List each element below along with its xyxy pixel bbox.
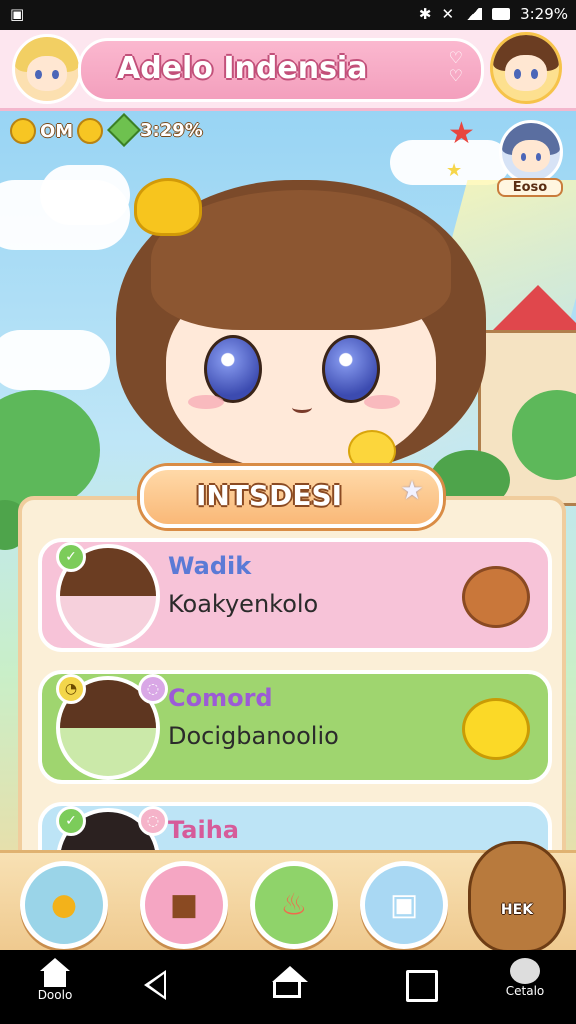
friend-tag-icon: ✓ bbox=[56, 806, 86, 836]
game-title: Adelo Indensia bbox=[117, 51, 368, 86]
friend-tag-icon: ◔ bbox=[56, 674, 86, 704]
main-character[interactable] bbox=[96, 130, 506, 480]
gift-box-button[interactable]: ▣ bbox=[360, 861, 448, 949]
nav-home-app[interactable]: Doolo bbox=[30, 958, 80, 1002]
coin-counter[interactable]: OM bbox=[10, 118, 104, 144]
app-notification-icon: ▣ bbox=[10, 5, 25, 23]
coin-value: OM bbox=[40, 120, 74, 142]
character-eye bbox=[322, 335, 380, 403]
character-mouth bbox=[292, 402, 312, 413]
panel-title-banner: INTSDESI ★ bbox=[140, 466, 443, 528]
character-eye bbox=[204, 335, 262, 403]
cloud bbox=[0, 330, 110, 390]
friend-name: Taiha bbox=[168, 816, 239, 844]
event-avatar bbox=[499, 120, 563, 184]
top-header: Adelo Indensia ♡ ♡ bbox=[0, 30, 576, 111]
flame-button[interactable]: ♨ bbox=[250, 861, 338, 949]
friend-name: Comord bbox=[168, 684, 273, 712]
status-time: 3:29% bbox=[520, 5, 568, 23]
game-screen: ▣ ✱ ✕ 3:29% Adelo Indensia ♡ ♡ OM 3:29% … bbox=[0, 0, 576, 1024]
friend-card[interactable]: ◔ ◌ Comord Docigbanoolio bbox=[38, 670, 552, 784]
home-icon bbox=[272, 966, 308, 982]
title-banner: Adelo Indensia ♡ ♡ bbox=[78, 38, 484, 102]
flame-icon: ♨ bbox=[280, 887, 308, 923]
yellow-chick-icon bbox=[462, 698, 530, 760]
panel-title: INTSDESI bbox=[195, 479, 343, 512]
back-icon bbox=[144, 970, 166, 1000]
pet-shop-icon: ■ bbox=[169, 887, 199, 923]
recents-button[interactable] bbox=[406, 970, 438, 1002]
chat-bubble-icon bbox=[510, 958, 540, 984]
pet-shop-button[interactable]: ■ bbox=[140, 861, 228, 949]
blush bbox=[188, 395, 224, 409]
friend-status: Docigbanoolio bbox=[168, 722, 339, 750]
house-icon bbox=[40, 958, 70, 988]
status-bar: ▣ ✱ ✕ 3:29% bbox=[0, 0, 576, 30]
back-button[interactable] bbox=[144, 970, 166, 1000]
friends-panel: ✓ Wadik Koakyenkolo ◔ ◌ Comord Docigbano… bbox=[18, 496, 566, 874]
event-label: Eoso bbox=[497, 178, 563, 197]
home-button[interactable] bbox=[272, 966, 308, 998]
nav-home-label: Doolo bbox=[37, 988, 73, 1002]
battery-icon bbox=[492, 8, 511, 20]
recents-icon bbox=[406, 970, 438, 1002]
nav-right-label: Cetalo bbox=[505, 984, 545, 998]
mascot-label: HEK bbox=[500, 902, 534, 918]
friend-card[interactable]: ✓ Wadik Koakyenkolo bbox=[38, 538, 552, 652]
nav-chat-app[interactable]: Cetalo bbox=[500, 958, 550, 998]
duck-hat-icon bbox=[134, 178, 202, 236]
star-icon[interactable]: ★ bbox=[397, 476, 427, 506]
game-action-bar: ● ■ ♨ ▣ HEK bbox=[0, 841, 576, 953]
friend-status: Koakyenkolo bbox=[168, 590, 319, 618]
system-nav-bar: Doolo Cetalo bbox=[0, 950, 576, 1024]
mascot-button[interactable]: HEK bbox=[468, 841, 566, 953]
bear-icon bbox=[462, 566, 530, 628]
friend-tag-icon: ◌ bbox=[138, 806, 168, 836]
coin-icon bbox=[10, 118, 36, 144]
chick-friends-button[interactable]: ● bbox=[20, 861, 108, 949]
chick-friends-icon: ● bbox=[50, 887, 78, 923]
tree bbox=[0, 390, 100, 510]
gift-box-icon: ▣ bbox=[389, 887, 419, 923]
friend-tag-icon: ◌ bbox=[138, 674, 168, 704]
hearts-icon: ♡ ♡ bbox=[448, 48, 463, 85]
blush bbox=[364, 395, 400, 409]
player-avatar-left[interactable] bbox=[12, 34, 82, 104]
friend-name: Wadik bbox=[168, 552, 252, 580]
signal-icon bbox=[464, 8, 483, 20]
bluetooth-icon: ✱ bbox=[418, 5, 432, 23]
friend-tag-icon: ✓ bbox=[56, 542, 86, 572]
mute-icon: ✕ bbox=[441, 5, 455, 23]
player-avatar-right[interactable] bbox=[490, 32, 562, 104]
